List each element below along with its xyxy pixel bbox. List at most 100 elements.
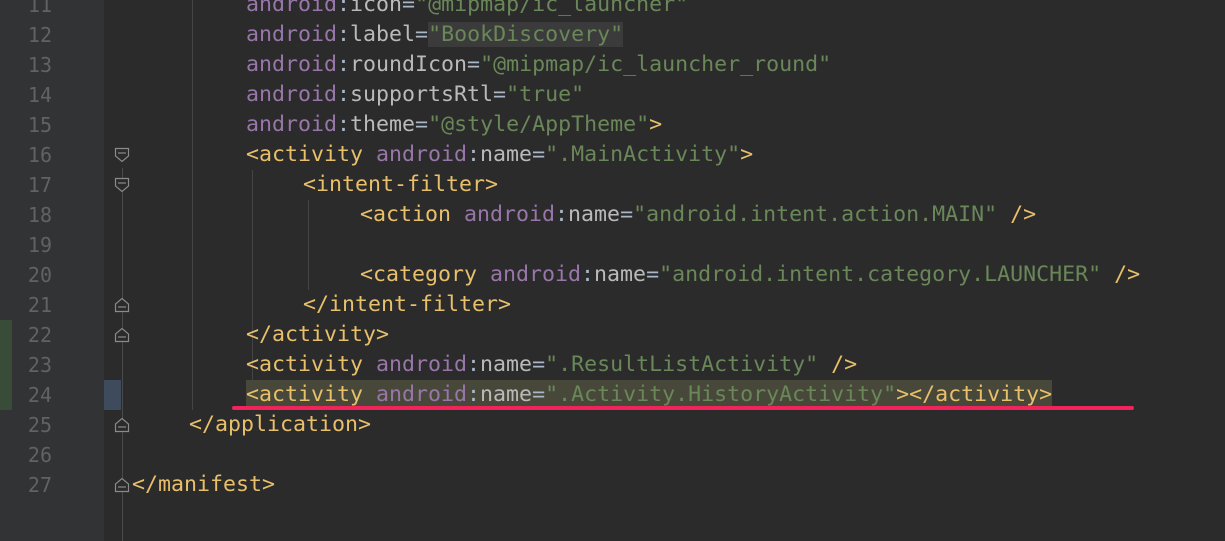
xml-tag: > [740, 142, 754, 167]
line-number: 11 [27, 0, 52, 17]
code-line[interactable]: 19 [0, 230, 1225, 260]
line-number: 15 [27, 113, 52, 137]
fold-end-icon[interactable] [114, 327, 130, 343]
attribute-value: "android.intent.category.LAUNCHER" [659, 262, 1102, 287]
namespace-prefix: android [376, 352, 468, 377]
line-number: 19 [27, 233, 52, 257]
punctuation: : [467, 352, 481, 377]
punctuation: = [532, 142, 546, 167]
attribute-name: label [350, 22, 416, 47]
fold-collapse-icon[interactable] [114, 177, 130, 193]
punctuation: : [467, 382, 481, 407]
xml-tag: <activity [246, 352, 377, 377]
line-number: 20 [27, 263, 52, 287]
line-number: 24 [27, 383, 52, 407]
attribute-name: theme [350, 112, 416, 137]
code-line[interactable]: 13 android:roundIcon="@mipmap/ic_launcher… [0, 50, 1225, 80]
punctuation: : [337, 22, 351, 47]
attribute-name: roundIcon [350, 52, 468, 77]
punctuation: = [532, 352, 546, 377]
namespace-prefix: android [376, 382, 468, 407]
code-text[interactable]: <action android:name="android.intent.act… [360, 200, 1036, 230]
punctuation: = [415, 22, 429, 47]
attribute-value: "android.intent.action.MAIN" [633, 202, 998, 227]
code-line[interactable]: 18 <action android:name="android.intent.a… [0, 200, 1225, 230]
xml-tag: <category [360, 262, 491, 287]
xml-tag: <action [360, 202, 465, 227]
xml-tag: ></activity> [896, 382, 1053, 407]
punctuation: : [467, 142, 481, 167]
code-line[interactable]: 27 </manifest> [0, 470, 1225, 500]
attribute-name: name [480, 382, 533, 407]
xml-tag: </manifest> [132, 472, 276, 497]
xml-tag: /> [818, 352, 858, 377]
code-text[interactable]: </intent-filter> [303, 290, 511, 320]
punctuation: = [620, 202, 634, 227]
namespace-prefix: android [490, 262, 582, 287]
code-line[interactable]: 25 </application> [0, 410, 1225, 440]
code-line[interactable]: 26 [0, 440, 1225, 470]
code-line[interactable]: 23 <activity android:name=".ResultListAct… [0, 350, 1225, 380]
code-line[interactable]: 12 android:label="BookDiscovery" [0, 20, 1225, 50]
attribute-value: "@style/AppTheme" [428, 112, 650, 137]
code-text[interactable]: <activity android:name=".ResultListActiv… [246, 350, 857, 380]
attribute-value: "true" [506, 82, 585, 107]
punctuation: = [532, 382, 546, 407]
attribute-value: ".MainActivity" [545, 142, 741, 167]
code-text[interactable]: <activity android:name=".MainActivity"> [246, 140, 753, 170]
namespace-prefix: android [246, 82, 338, 107]
line-number: 13 [27, 53, 52, 77]
code-text[interactable]: android:supportsRtl="true" [246, 80, 584, 110]
punctuation: : [337, 0, 351, 17]
code-line[interactable]: 17 <intent-filter> [0, 170, 1225, 200]
code-text[interactable]: <intent-filter> [303, 170, 498, 200]
punctuation: = [493, 82, 507, 107]
highlight-underline [232, 406, 1134, 410]
xml-tag: <intent-filter> [303, 172, 499, 197]
line-number: 26 [27, 443, 52, 467]
code-line[interactable]: 20 <category android:name="android.intent… [0, 260, 1225, 290]
attribute-name: icon [350, 0, 403, 17]
code-text[interactable]: android:roundIcon="@mipmap/ic_launcher_r… [246, 50, 831, 80]
line-number: 16 [27, 143, 52, 167]
code-text[interactable]: </application> [189, 410, 371, 440]
code-text[interactable]: android:icon="@mipmap/ic_launcher" [246, 0, 688, 20]
code-text[interactable]: </activity> [246, 320, 389, 350]
code-line[interactable]: 14 android:supportsRtl="true" [0, 80, 1225, 110]
punctuation: : [581, 262, 595, 287]
code-text[interactable]: <category android:name="android.intent.c… [360, 260, 1140, 290]
code-line[interactable]: 11 android:icon="@mipmap/ic_launcher" [0, 0, 1225, 20]
code-text[interactable]: android:label="BookDiscovery" [246, 20, 624, 50]
attribute-name: name [480, 142, 533, 167]
punctuation: = [646, 262, 660, 287]
namespace-prefix: android [464, 202, 556, 227]
xml-tag: > [649, 112, 663, 137]
code-line[interactable]: 16 <activity android:name=".MainActivity"… [0, 140, 1225, 170]
punctuation: : [337, 112, 351, 137]
namespace-prefix: android [246, 0, 338, 17]
line-number: 21 [27, 293, 52, 317]
attribute-value: ".Activity.HistoryActivity" [545, 382, 897, 407]
punctuation: : [337, 82, 351, 107]
attribute-name: name [568, 202, 621, 227]
code-line[interactable]: 15 android:theme="@style/AppTheme"> [0, 110, 1225, 140]
xml-tag: </activity> [246, 322, 390, 347]
code-line[interactable]: 22 </activity> [0, 320, 1225, 350]
code-line[interactable]: 21 </intent-filter> [0, 290, 1225, 320]
code-editor[interactable]: 11 android:icon="@mipmap/ic_launcher" 12 an… [0, 0, 1225, 541]
line-number: 12 [27, 23, 52, 47]
attribute-name: name [594, 262, 647, 287]
xml-tag: <activity [246, 382, 377, 407]
line-number: 17 [27, 173, 52, 197]
line-number: 18 [27, 203, 52, 227]
line-number: 14 [27, 83, 52, 107]
xml-tag: </application> [189, 412, 372, 437]
fold-end-icon[interactable] [114, 477, 130, 493]
code-text[interactable]: </manifest> [132, 470, 275, 500]
code-text[interactable]: android:theme="@style/AppTheme"> [246, 110, 662, 140]
xml-tag: /> [997, 202, 1037, 227]
fold-collapse-icon[interactable] [114, 147, 130, 163]
punctuation: : [337, 52, 351, 77]
fold-end-icon[interactable] [114, 297, 130, 313]
fold-end-icon[interactable] [114, 417, 130, 433]
